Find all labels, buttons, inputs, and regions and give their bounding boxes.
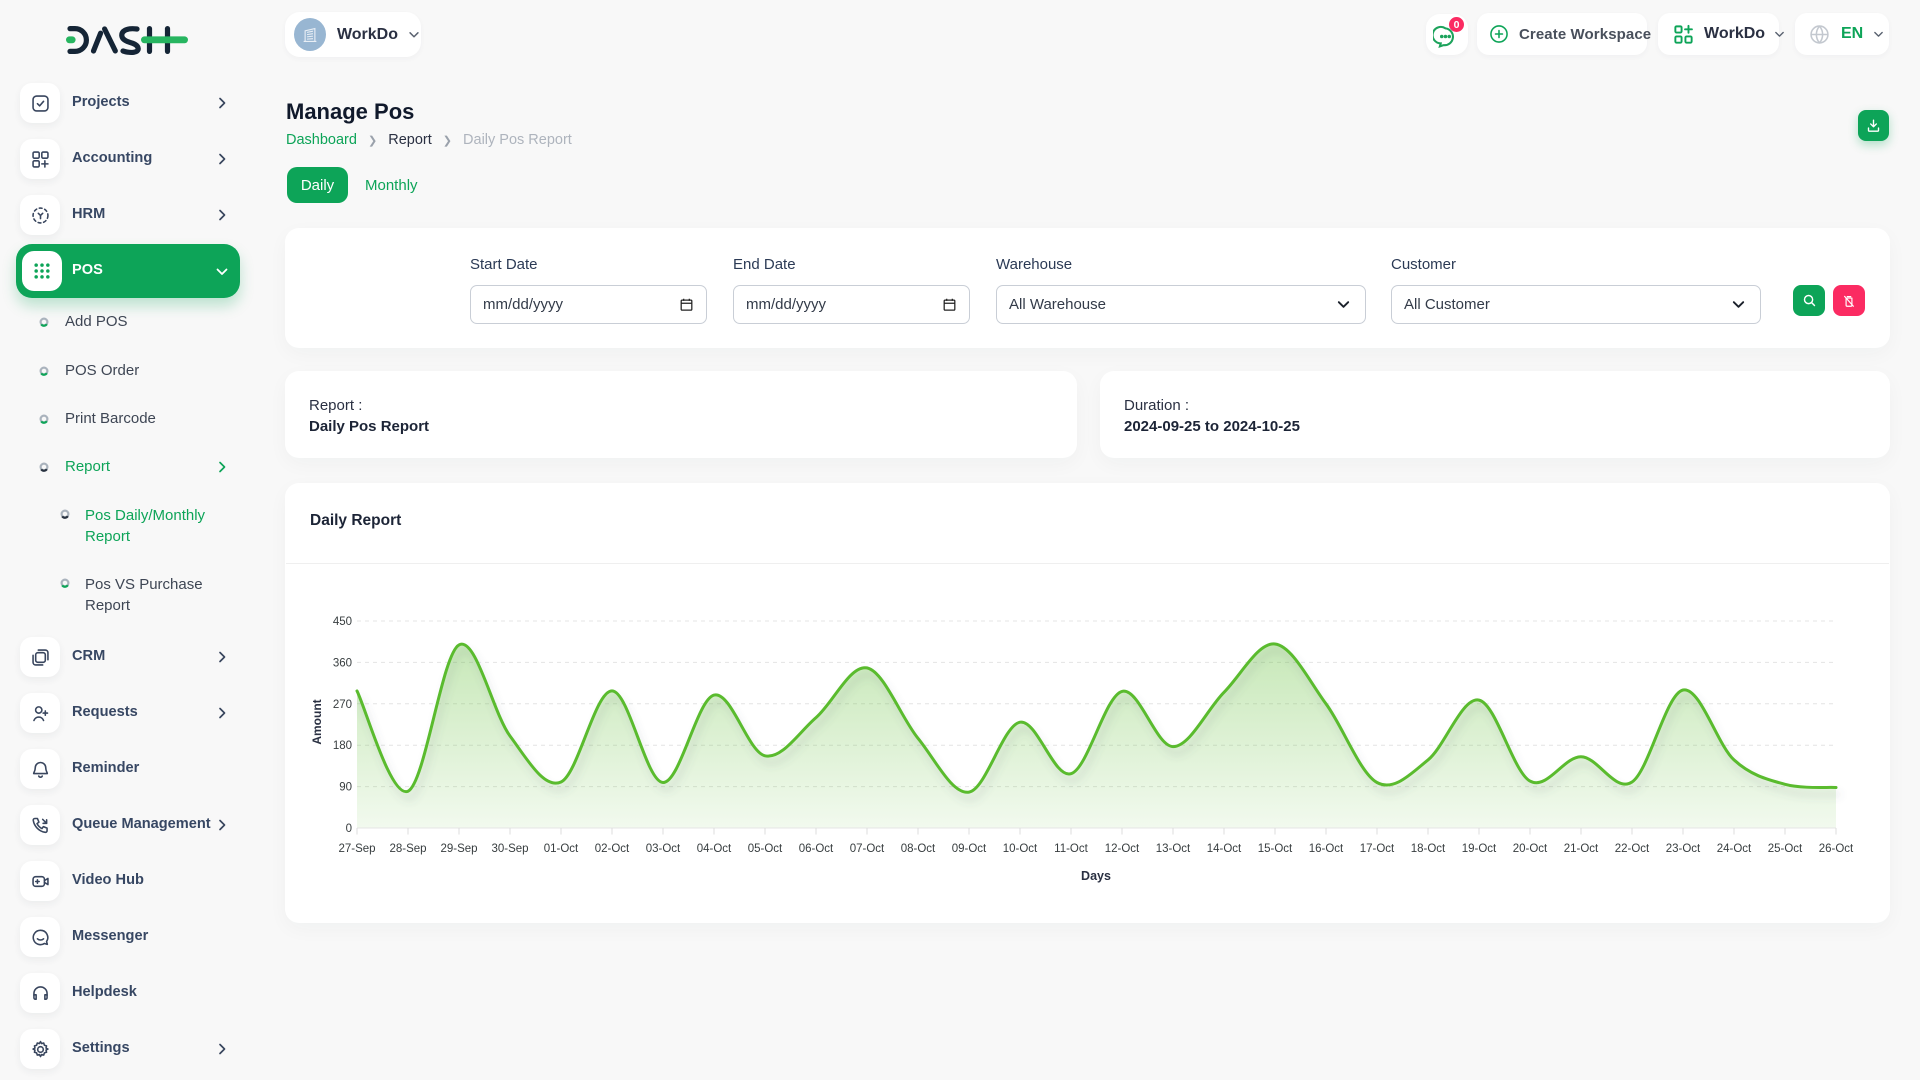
svg-text:19-Oct: 19-Oct — [1462, 843, 1497, 855]
svg-text:Days: Days — [1081, 869, 1111, 883]
svg-text:24-Oct: 24-Oct — [1717, 843, 1752, 855]
svg-text:06-Oct: 06-Oct — [799, 843, 834, 855]
svg-text:28-Sep: 28-Sep — [389, 843, 426, 855]
svg-text:02-Oct: 02-Oct — [595, 843, 630, 855]
svg-text:11-Oct: 11-Oct — [1054, 843, 1088, 855]
svg-text:08-Oct: 08-Oct — [901, 843, 936, 855]
svg-text:Amount: Amount — [310, 699, 324, 744]
svg-text:27-Sep: 27-Sep — [338, 843, 375, 855]
svg-text:20-Oct: 20-Oct — [1513, 843, 1548, 855]
svg-text:29-Sep: 29-Sep — [440, 843, 477, 855]
svg-text:450: 450 — [333, 616, 352, 628]
svg-text:25-Oct: 25-Oct — [1768, 843, 1803, 855]
svg-text:10-Oct: 10-Oct — [1003, 843, 1038, 855]
svg-text:18-Oct: 18-Oct — [1411, 843, 1446, 855]
svg-text:04-Oct: 04-Oct — [697, 843, 732, 855]
svg-text:22-Oct: 22-Oct — [1615, 843, 1650, 855]
svg-text:90: 90 — [339, 782, 352, 794]
svg-text:12-Oct: 12-Oct — [1105, 843, 1140, 855]
svg-text:13-Oct: 13-Oct — [1156, 843, 1191, 855]
svg-text:17-Oct: 17-Oct — [1360, 843, 1395, 855]
svg-text:01-Oct: 01-Oct — [544, 843, 579, 855]
svg-text:0: 0 — [346, 823, 352, 835]
svg-text:23-Oct: 23-Oct — [1666, 843, 1701, 855]
svg-text:180: 180 — [333, 740, 352, 752]
svg-text:30-Sep: 30-Sep — [491, 843, 528, 855]
svg-text:360: 360 — [333, 657, 352, 669]
svg-text:14-Oct: 14-Oct — [1207, 843, 1242, 855]
svg-text:270: 270 — [333, 699, 352, 711]
svg-text:07-Oct: 07-Oct — [850, 843, 885, 855]
svg-text:21-Oct: 21-Oct — [1564, 843, 1599, 855]
svg-text:15-Oct: 15-Oct — [1258, 843, 1293, 855]
svg-text:03-Oct: 03-Oct — [646, 843, 681, 855]
svg-text:16-Oct: 16-Oct — [1309, 843, 1344, 855]
svg-text:09-Oct: 09-Oct — [952, 843, 987, 855]
svg-text:26-Oct: 26-Oct — [1819, 843, 1854, 855]
svg-text:05-Oct: 05-Oct — [748, 843, 783, 855]
